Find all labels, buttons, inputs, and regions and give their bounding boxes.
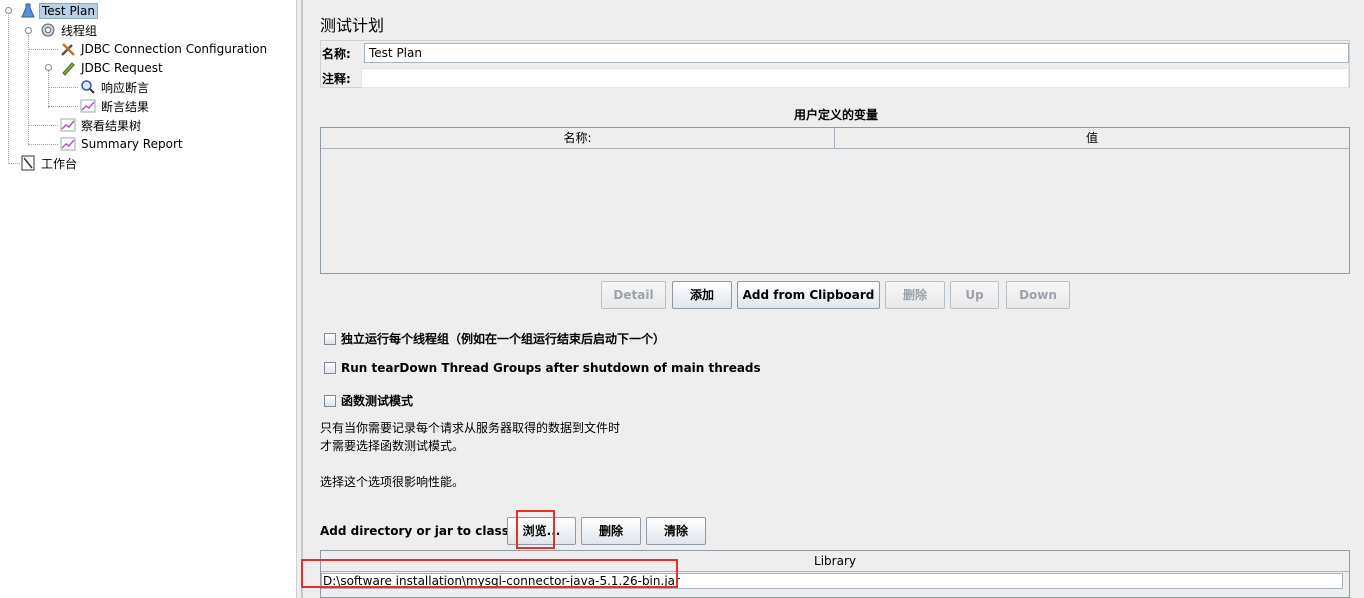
annotation-highlight-library xyxy=(301,559,678,588)
expand-handle[interactable] xyxy=(25,27,32,34)
test-plan-panel: 测试计划 名称: Test Plan 注释: 用户定义的变量 名称: 值 Det… xyxy=(301,0,1364,598)
classpath-clear-button[interactable]: 清除 xyxy=(646,517,706,545)
name-comment-box: 名称: Test Plan 注释: xyxy=(320,40,1350,88)
annotation-highlight-browse xyxy=(516,510,555,549)
tree-item-jdbc-connection[interactable]: JDBC Connection Configuration xyxy=(60,40,269,58)
tree-item-assertion-results[interactable]: 断言结果 xyxy=(80,97,151,115)
tree-item-view-results-tree[interactable]: 察看结果树 xyxy=(60,116,143,134)
tree-item-test-plan[interactable]: Test Plan xyxy=(20,2,98,20)
tree-connector xyxy=(48,106,78,107)
tree-connector xyxy=(48,87,78,88)
column-header-name[interactable]: 名称: xyxy=(321,128,835,149)
tree-connector xyxy=(28,49,58,50)
page-title: 测试计划 xyxy=(320,16,385,35)
tree-item-thread-group[interactable]: 线程组 xyxy=(40,21,99,39)
tree-connector xyxy=(48,70,49,108)
functional-note-line1: 只有当你需要记录每个请求从服务器取得的数据到文件时 xyxy=(320,421,621,435)
serialize-label: 独立运行每个线程组（例如在一个组运行结束后启动下一个） xyxy=(341,332,666,346)
up-button[interactable]: Up xyxy=(950,281,999,309)
teardown-option[interactable]: Run tearDown Thread Groups after shutdow… xyxy=(324,361,761,375)
tools-icon xyxy=(60,41,76,57)
split-divider[interactable] xyxy=(296,0,308,598)
pen-icon xyxy=(60,60,76,76)
teardown-label: Run tearDown Thread Groups after shutdow… xyxy=(341,361,761,375)
tree-item-response-assertion[interactable]: 响应断言 xyxy=(80,78,151,96)
add-button[interactable]: 添加 xyxy=(672,281,732,309)
name-field[interactable]: Test Plan xyxy=(364,43,1349,63)
variables-title: 用户定义的变量 xyxy=(793,108,878,122)
graph-icon xyxy=(60,136,76,152)
detail-button[interactable]: Detail xyxy=(601,281,666,309)
add-from-clipboard-button[interactable]: Add from Clipboard xyxy=(737,281,880,309)
comment-field[interactable] xyxy=(361,68,1349,88)
column-header-value[interactable]: 值 xyxy=(835,128,1349,149)
name-label: 名称: xyxy=(322,47,351,61)
expand-handle[interactable] xyxy=(5,7,12,14)
tree-connector xyxy=(28,125,58,126)
delete-button[interactable]: 删除 xyxy=(885,281,945,309)
tree-item-summary-report[interactable]: Summary Report xyxy=(60,135,185,153)
variables-table[interactable]: 名称: 值 xyxy=(320,127,1350,274)
serialize-thread-groups-option[interactable]: 独立运行每个线程组（例如在一个组运行结束后启动下一个） xyxy=(324,330,665,347)
comment-label: 注释: xyxy=(322,72,351,86)
teardown-checkbox[interactable] xyxy=(324,362,336,374)
tree-item-jdbc-request[interactable]: JDBC Request xyxy=(60,59,165,77)
tree-connector xyxy=(8,163,20,164)
tree-panel: Test Plan 线程组 JDBC Connection Configurat… xyxy=(0,0,296,598)
down-button[interactable]: Down xyxy=(1006,281,1070,309)
workbench-icon xyxy=(20,155,36,171)
performance-note: 选择这个选项很影响性能。 xyxy=(320,475,465,489)
functional-checkbox[interactable] xyxy=(324,394,336,407)
tree-connector xyxy=(28,144,58,145)
functional-label: 函数测试模式 xyxy=(341,394,414,408)
functional-note-line2: 才需要选择函数测试模式。 xyxy=(320,439,465,453)
graph-icon xyxy=(60,117,76,133)
functional-mode-option[interactable]: 函数测试模式 xyxy=(324,392,413,409)
expand-handle[interactable] xyxy=(45,64,52,71)
serialize-checkbox[interactable] xyxy=(324,332,336,345)
tree-connector xyxy=(8,12,9,164)
magnifier-icon xyxy=(80,79,96,95)
split-grip xyxy=(301,0,303,598)
tree-item-workbench[interactable]: 工作台 xyxy=(20,154,79,172)
flask-icon xyxy=(20,3,36,19)
graph-icon xyxy=(80,98,96,114)
gear-icon xyxy=(40,22,56,38)
classpath-delete-button[interactable]: 删除 xyxy=(581,517,641,545)
